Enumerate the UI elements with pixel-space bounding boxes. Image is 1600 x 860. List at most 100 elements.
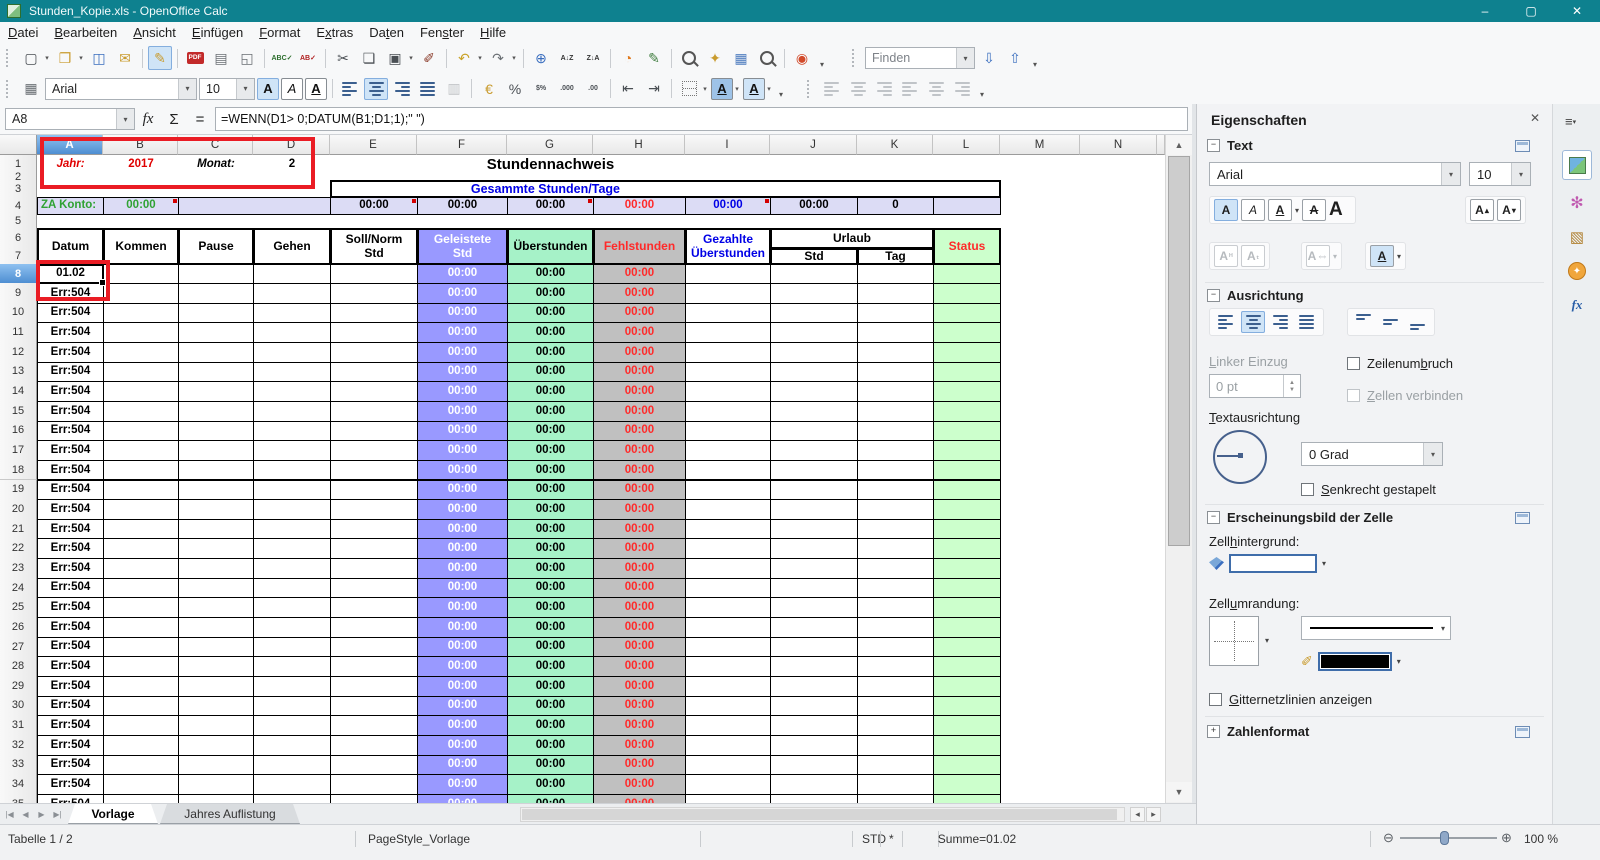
- cell-K4[interactable]: 0: [857, 197, 934, 215]
- cell-E19[interactable]: [330, 479, 418, 501]
- cell-H21[interactable]: 00:00: [593, 518, 686, 540]
- cell-D35[interactable]: [253, 793, 331, 803]
- cell-J25[interactable]: [770, 597, 858, 619]
- cell-H20[interactable]: 00:00: [593, 499, 686, 520]
- open-icon[interactable]: ❐: [53, 46, 77, 70]
- cell-L34[interactable]: [933, 774, 1001, 795]
- gallery-icon[interactable]: ▦: [729, 46, 753, 70]
- cell-H31[interactable]: 00:00: [593, 715, 686, 736]
- chevron-down-icon[interactable]: ▾: [476, 54, 484, 62]
- cell-C11[interactable]: [178, 322, 254, 343]
- scroll-up-icon[interactable]: ▲: [1166, 135, 1192, 155]
- sidebar-font-color-button[interactable]: A: [1370, 245, 1394, 267]
- align-objects-center-icon[interactable]: [846, 78, 870, 100]
- cell-J32[interactable]: [770, 734, 858, 756]
- cell-F14[interactable]: 00:00: [417, 381, 508, 402]
- cell-F33[interactable]: 00:00: [417, 754, 508, 776]
- cell-C33[interactable]: [178, 754, 254, 776]
- cut-icon[interactable]: ✂: [331, 46, 355, 70]
- name-box[interactable]: A8 ▾: [5, 108, 135, 130]
- cell-C31[interactable]: [178, 715, 254, 736]
- navigator-icon[interactable]: ✦: [703, 46, 727, 70]
- row-header-21[interactable]: 21: [0, 518, 37, 540]
- border-line-style-select[interactable]: ▾: [1301, 616, 1451, 640]
- row-header-28[interactable]: 28: [0, 656, 37, 677]
- cell-J11[interactable]: [770, 322, 858, 343]
- cell-G18[interactable]: 00:00: [507, 459, 594, 481]
- indent-stepper[interactable]: 0 pt ▲ ▼: [1209, 374, 1301, 398]
- cell-K9[interactable]: [857, 283, 934, 304]
- cell-C13[interactable]: [178, 361, 254, 383]
- cell-B16[interactable]: [103, 420, 179, 442]
- cell-A16[interactable]: Err:504: [37, 420, 104, 442]
- row-header-31[interactable]: 31: [0, 715, 37, 736]
- find-input[interactable]: Finden ▾: [865, 47, 975, 69]
- toolbar-overflow-standard[interactable]: ▾: [816, 45, 828, 72]
- align-objects-middle-icon[interactable]: [924, 78, 948, 100]
- cell-L32[interactable]: [933, 734, 1001, 756]
- cell-K11[interactable]: [857, 322, 934, 343]
- cell-E12[interactable]: [330, 341, 418, 363]
- cell-A18[interactable]: Err:504: [37, 459, 104, 481]
- row-header-10[interactable]: 10: [0, 302, 37, 324]
- cell-C29[interactable]: [178, 676, 254, 697]
- cell-L4[interactable]: [933, 197, 1001, 215]
- cell-G33[interactable]: 00:00: [507, 754, 594, 776]
- cell-A33[interactable]: Err:504: [37, 754, 104, 776]
- toolbar-handle[interactable]: [6, 79, 13, 98]
- cell-I11[interactable]: [685, 322, 771, 343]
- column-header-N[interactable]: N: [1080, 135, 1157, 155]
- subscript-icon[interactable]: Aₜ: [1241, 245, 1265, 267]
- cell-A27[interactable]: Err:504: [37, 636, 104, 658]
- cell-E6[interactable]: Soll/Norm Std: [330, 228, 418, 265]
- cell-J30[interactable]: [770, 695, 858, 717]
- cell-I28[interactable]: [685, 656, 771, 677]
- cell-C28[interactable]: [178, 656, 254, 677]
- cell-E10[interactable]: [330, 302, 418, 324]
- format-paintbrush-icon[interactable]: ✐: [417, 46, 441, 70]
- find-replace-icon[interactable]: [677, 46, 701, 70]
- row-header-11[interactable]: 11: [0, 322, 37, 343]
- first-sheet-icon[interactable]: |◀: [2, 807, 17, 822]
- cell-D23[interactable]: [253, 558, 331, 579]
- chevron-down-icon[interactable]: ▾: [1441, 163, 1460, 185]
- vertical-scrollbar-thumb[interactable]: [1168, 156, 1190, 546]
- cell-A34[interactable]: Err:504: [37, 774, 104, 795]
- increase-indent-icon[interactable]: ⇥: [642, 77, 666, 101]
- show-gridlines-checkbox[interactable]: Gitternetzlinien anzeigen: [1209, 692, 1372, 707]
- insert-chart-icon[interactable]: ◔: [616, 46, 640, 70]
- chevron-down-icon[interactable]: ▾: [1511, 163, 1530, 185]
- cell-D11[interactable]: [253, 322, 331, 343]
- cell-D6[interactable]: Gehen: [253, 228, 331, 265]
- increase-font-icon[interactable]: A ▴: [1470, 199, 1494, 221]
- row-header-9[interactable]: 9: [0, 283, 37, 304]
- find-next-icon[interactable]: ⇩: [977, 46, 1001, 70]
- cell-E20[interactable]: [330, 499, 418, 520]
- column-header-K[interactable]: K: [857, 135, 933, 155]
- bold-button[interactable]: A: [257, 77, 279, 100]
- cell-E28[interactable]: [330, 656, 418, 677]
- cell-G28[interactable]: 00:00: [507, 656, 594, 677]
- row-header-34[interactable]: 34: [0, 774, 37, 795]
- cell-C35[interactable]: [178, 793, 254, 803]
- column-header-E[interactable]: E: [330, 135, 417, 155]
- cell-F16[interactable]: 00:00: [417, 420, 508, 442]
- section-text[interactable]: − Text: [1207, 138, 1253, 153]
- row-header-30[interactable]: 30: [0, 695, 37, 717]
- cell-I16[interactable]: [685, 420, 771, 442]
- cell-B6[interactable]: Kommen: [103, 228, 179, 265]
- cell-L22[interactable]: [933, 538, 1001, 560]
- cell-B17[interactable]: [103, 440, 179, 461]
- menu-extras[interactable]: Extras: [308, 23, 361, 42]
- cell-I14[interactable]: [685, 381, 771, 402]
- cell-D1[interactable]: 2: [253, 155, 331, 174]
- cell-L27[interactable]: [933, 636, 1001, 658]
- redo-icon[interactable]: ↷: [486, 46, 510, 70]
- cell-I29[interactable]: [685, 676, 771, 697]
- cell-J9[interactable]: [770, 283, 858, 304]
- cell-K31[interactable]: [857, 715, 934, 736]
- cell-F8[interactable]: 00:00: [417, 264, 508, 284]
- cell-C25[interactable]: [178, 597, 254, 619]
- spellcheck-icon[interactable]: ABC✓: [270, 46, 294, 70]
- row-header-33[interactable]: 33: [0, 754, 37, 776]
